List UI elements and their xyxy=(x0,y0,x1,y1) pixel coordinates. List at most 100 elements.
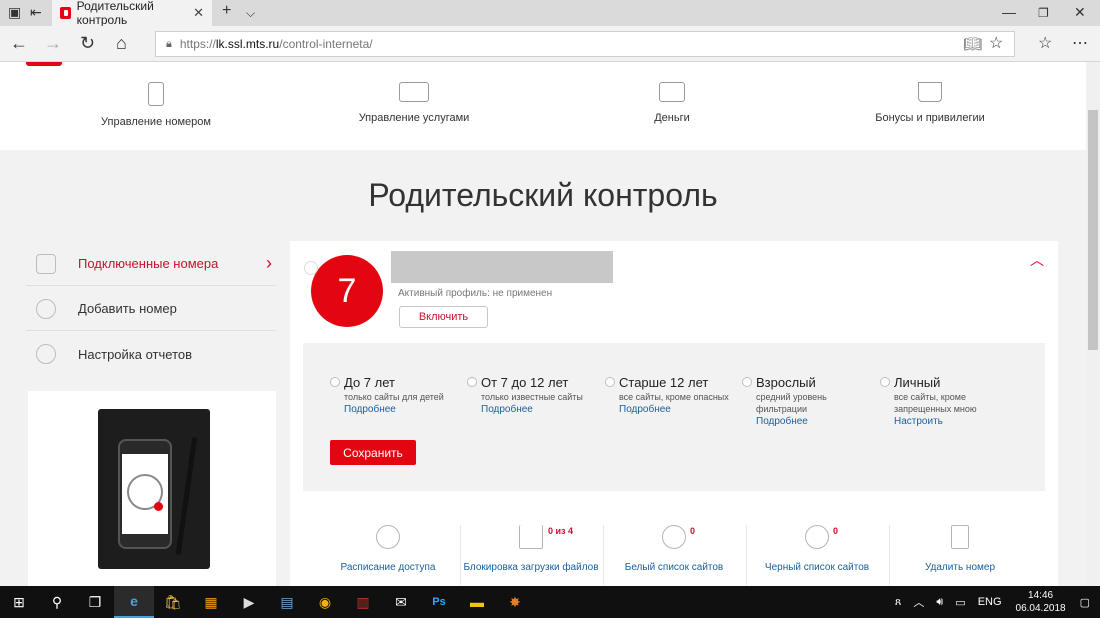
network-app-icon[interactable]: ▤ xyxy=(268,586,306,618)
edge-browser-icon[interactable]: e xyxy=(114,586,154,618)
url-host: lk.ssl.mts.ru xyxy=(215,37,280,51)
sidebar-item-add-number[interactable]: Добавить номер xyxy=(26,287,276,331)
filter-option-7-12[interactable]: От 7 до 12 лет только известные сайты По… xyxy=(467,375,611,417)
add-phone-icon xyxy=(36,298,56,319)
more-menu-icon[interactable]: ⋯ xyxy=(1072,33,1088,53)
cross-icon xyxy=(805,525,829,549)
sidebar-item-report-settings[interactable]: Настройка отчетов xyxy=(26,332,276,376)
address-field[interactable]: 🔒︎ https://lk.ssl.mts.ru/control-interne… xyxy=(155,31,1015,57)
reading-view-icon[interactable]: 📖︎ xyxy=(963,35,982,53)
windows-taskbar: ⊞ ⚲ ❐ e 🛍︎ ▦ ▶ ▤ ◉ ▥ ✉ Ps ▬ ✸ ጸ ︿ 🔊︎ ▭ E… xyxy=(0,586,1100,618)
back-icon[interactable]: ← xyxy=(10,33,28,54)
blacklist-count: 0 xyxy=(833,526,839,536)
tool-app-icon[interactable]: ✸ xyxy=(496,586,534,618)
notifications-icon[interactable]: ▢ xyxy=(1080,596,1090,609)
mail-icon[interactable]: ✉ xyxy=(382,586,420,618)
favorites-hub-icon[interactable]: ☆ xyxy=(1038,33,1052,53)
battery-icon[interactable]: ▭ xyxy=(955,596,965,609)
check-icon xyxy=(662,525,686,549)
action-label: Блокировка загрузки файлов xyxy=(463,562,599,573)
radio-button[interactable] xyxy=(742,377,752,387)
app-grid-icon[interactable]: ▦ xyxy=(192,586,230,618)
filter-title: Взрослый xyxy=(756,375,816,390)
action-label: Удалить номер xyxy=(924,562,996,573)
filter-option-over-12[interactable]: Старше 12 лет все сайты, кроме опасных П… xyxy=(605,375,749,417)
new-tab-icon[interactable]: + xyxy=(222,2,231,20)
nav-bonuses[interactable]: Бонусы и привилегии xyxy=(830,82,1030,124)
volume-icon[interactable]: 🔊︎ xyxy=(936,596,943,609)
filter-option-under-7[interactable]: До 7 лет только сайты для детей Подробне… xyxy=(330,375,474,417)
shield-icon xyxy=(36,253,56,274)
filter-option-personal[interactable]: Личный все сайты, кроме запрещенных мною… xyxy=(880,375,1006,429)
browser-tab[interactable]: Родительский контроль ✕ xyxy=(52,0,212,27)
file-explorer-icon[interactable]: ▬ xyxy=(458,586,496,618)
filter-desc: все сайты, кроме запрещенных мною xyxy=(894,392,977,414)
photoshop-icon[interactable]: Ps xyxy=(420,586,458,618)
action-download-blocking[interactable]: 0 из 4 Блокировка загрузки файлов xyxy=(461,525,601,574)
refresh-icon[interactable]: ↻ xyxy=(80,33,95,54)
sidebar-item-connected-numbers[interactable]: Подключенные номера › xyxy=(26,242,276,286)
action-access-schedule[interactable]: Расписание доступа xyxy=(318,525,458,574)
keyboard-language[interactable]: ENG xyxy=(978,596,1002,608)
store-icon[interactable]: 🛍︎ xyxy=(154,586,192,618)
tab-list-icon[interactable]: ▣ xyxy=(8,4,21,21)
select-number-checkbox[interactable] xyxy=(304,261,318,275)
action-delete-number[interactable]: Удалить номер xyxy=(890,525,1030,574)
details-link[interactable]: Подробнее xyxy=(756,415,868,429)
download-block-count: 0 из 4 xyxy=(548,526,574,536)
details-link[interactable]: Подробнее xyxy=(619,403,749,417)
action-label: Расписание доступа xyxy=(340,562,436,573)
set-tabs-aside-icon[interactable]: ⇤ xyxy=(30,4,42,21)
trash-icon xyxy=(951,525,969,549)
details-link[interactable]: Подробнее xyxy=(344,403,474,417)
enable-button[interactable]: Включить xyxy=(399,306,488,328)
top-navigation: Управление номером Управление услугами Д… xyxy=(0,62,1086,150)
action-whitelist[interactable]: 0 Белый список сайтов xyxy=(604,525,744,574)
filter-desc: средний уровень фильтрации xyxy=(756,392,827,414)
clock[interactable]: 14:46 06.04.2018 xyxy=(1016,589,1066,615)
download-icon xyxy=(519,525,543,549)
radio-button[interactable] xyxy=(880,377,890,387)
action-blacklist[interactable]: 0 Черный список сайтов xyxy=(747,525,887,574)
sidebar-item-label: Добавить номер xyxy=(78,301,177,316)
filter-desc: только сайты для детей xyxy=(344,392,444,402)
people-icon[interactable]: ጸ xyxy=(895,596,901,609)
archive-icon[interactable]: ▥ xyxy=(344,586,382,618)
tab-preview-chevron-icon[interactable]: ⌵ xyxy=(246,6,255,21)
home-icon[interactable]: ⌂ xyxy=(116,33,127,54)
radio-button[interactable] xyxy=(467,377,477,387)
nav-money[interactable]: Деньги xyxy=(572,82,772,124)
configure-link[interactable]: Настроить xyxy=(894,415,1006,429)
chrome-icon[interactable]: ◉ xyxy=(306,586,344,618)
save-button[interactable]: Сохранить xyxy=(330,440,416,465)
radio-button[interactable] xyxy=(605,377,615,387)
nav-services-management[interactable]: Управление услугами xyxy=(314,82,514,124)
clock-time: 14:46 xyxy=(1028,590,1054,601)
nav-label: Деньги xyxy=(654,112,690,124)
search-icon[interactable]: ⚲ xyxy=(38,586,76,618)
minimize-icon[interactable]: — xyxy=(1002,4,1016,20)
page-title: Родительский контроль xyxy=(368,177,718,213)
nav-label: Управление услугами xyxy=(358,112,470,124)
maximize-icon[interactable]: ❐ xyxy=(1038,6,1049,20)
favorite-star-icon[interactable]: ☆ xyxy=(989,33,1003,53)
clock-date: 06.04.2018 xyxy=(1015,603,1066,614)
start-windows-icon[interactable]: ⊞ xyxy=(0,586,38,618)
chevron-up-icon[interactable]: ︿ xyxy=(913,594,924,610)
filter-title: Старше 12 лет xyxy=(619,375,709,390)
collapse-chevron-icon[interactable]: ︿ xyxy=(1030,250,1044,270)
forward-icon[interactable]: → xyxy=(44,33,62,54)
nav-label: Управление номером xyxy=(101,116,211,128)
nav-number-management[interactable]: Управление номером xyxy=(56,82,256,128)
task-view-icon[interactable]: ❐ xyxy=(76,586,114,618)
close-window-icon[interactable]: ✕ xyxy=(1074,4,1086,21)
close-tab-icon[interactable]: ✕ xyxy=(193,5,204,21)
details-link[interactable]: Подробнее xyxy=(481,403,611,417)
scrollbar-thumb[interactable] xyxy=(1088,110,1098,350)
filter-option-adult[interactable]: Взрослый средний уровень фильтрации Подр… xyxy=(742,375,868,429)
media-player-icon[interactable]: ▶ xyxy=(230,586,268,618)
radio-button[interactable] xyxy=(330,377,340,387)
whitelist-count: 0 xyxy=(690,526,696,536)
url-scheme: https:// xyxy=(179,37,216,51)
filter-title: От 7 до 12 лет xyxy=(481,375,569,390)
